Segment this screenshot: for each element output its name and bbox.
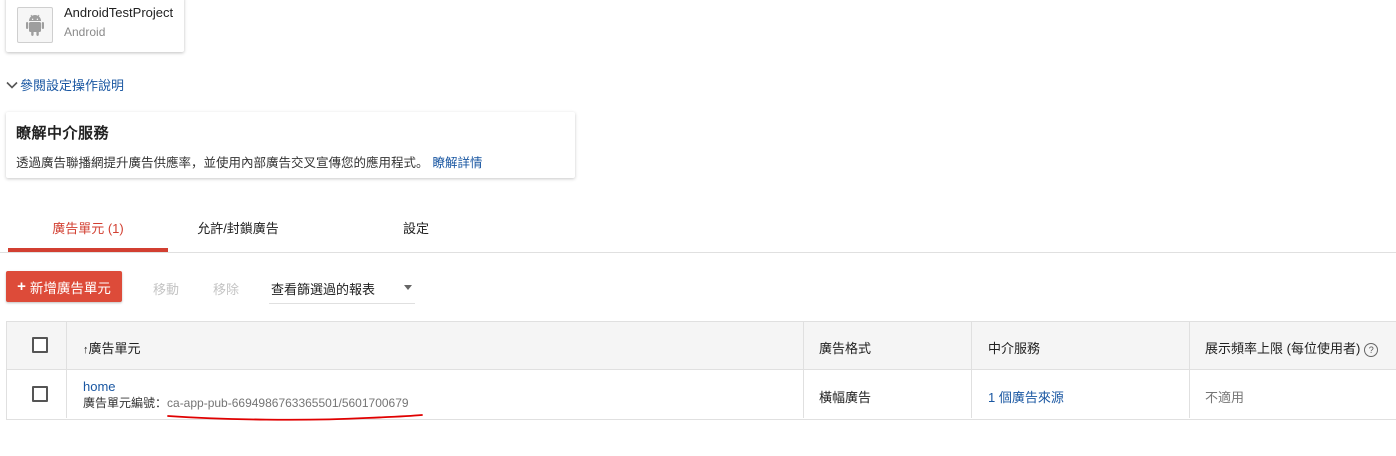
app-name: AndroidTestProject — [64, 5, 174, 20]
new-ad-unit-label: 新增廣告單元 — [29, 280, 111, 296]
android-icon — [17, 7, 53, 43]
help-icon[interactable]: ? — [1364, 342, 1379, 357]
mediation-sources-link[interactable]: 1 個廣告來源 — [988, 387, 1064, 406]
frequency-cap-label: 展示頻率上限 (每位使用者) — [1205, 341, 1361, 356]
tab-settings[interactable]: 設定 — [376, 205, 456, 252]
plus-icon: + — [17, 278, 26, 295]
column-header-format[interactable]: 廣告格式 — [819, 338, 871, 357]
mediation-card-text: 透過廣告聯播網提升廣告供應率，並使用內部廣告交叉宣傳您的應用程式。 — [16, 156, 429, 170]
setup-help-label: 參閱設定操作說明 — [20, 78, 125, 93]
chevron-down-icon — [6, 81, 18, 89]
new-ad-unit-button[interactable]: + 新增廣告單元 — [6, 271, 122, 302]
app-platform: Android — [64, 25, 106, 39]
setup-help-link[interactable]: 參閱設定操作說明 — [6, 75, 124, 94]
ad-unit-id-label: 廣告單元編號： — [83, 396, 168, 410]
report-filter-label: 查看篩選過的報表 — [271, 282, 376, 297]
mediation-card-title: 瞭解中介服務 — [16, 125, 110, 142]
mediation-info-card: 瞭解中介服務 透過廣告聯播網提升廣告供應率，並使用內部廣告交叉宣傳您的應用程式。… — [6, 112, 575, 178]
annotation-underline — [167, 414, 423, 421]
remove-button[interactable]: 移除 — [213, 279, 239, 298]
select-all-checkbox[interactable] — [32, 337, 48, 353]
mediation-card-description: 透過廣告聯播網提升廣告供應率，並使用內部廣告交叉宣傳您的應用程式。 瞭解詳情 — [16, 152, 483, 171]
move-button[interactable]: 移動 — [153, 279, 179, 298]
frequency-cap-value: 不適用 — [1205, 390, 1245, 405]
tab-bar: 廣告單元 (1) 允許/封鎖廣告 設定 — [0, 205, 1396, 253]
ad-unit-name-link[interactable]: home — [83, 379, 116, 394]
learn-more-link[interactable]: 瞭解詳情 — [433, 156, 483, 170]
tab-ad-units[interactable]: 廣告單元 (1) — [8, 205, 168, 252]
table-header — [7, 322, 1396, 370]
column-header-ad-unit[interactable]: ↑廣告單元 — [83, 338, 141, 357]
dropdown-caret-icon — [404, 285, 412, 290]
app-card[interactable]: AndroidTestProject Android — [6, 0, 184, 52]
tab-allow-block-ads[interactable]: 允許/封鎖廣告 — [176, 205, 300, 252]
ad-format-value: 橫幅廣告 — [819, 390, 872, 405]
report-filter-select[interactable]: 查看篩選過的報表 — [269, 273, 415, 304]
ad-units-table: ↑廣告單元 廣告格式 中介服務 展示頻率上限 (每位使用者)? home 廣告單… — [6, 321, 1396, 420]
column-header-frequency-cap[interactable]: 展示頻率上限 (每位使用者)? — [1205, 338, 1379, 357]
column-header-ad-unit-label: 廣告單元 — [88, 341, 141, 356]
row-checkbox[interactable] — [32, 386, 48, 402]
column-header-mediation[interactable]: 中介服務 — [988, 338, 1040, 357]
